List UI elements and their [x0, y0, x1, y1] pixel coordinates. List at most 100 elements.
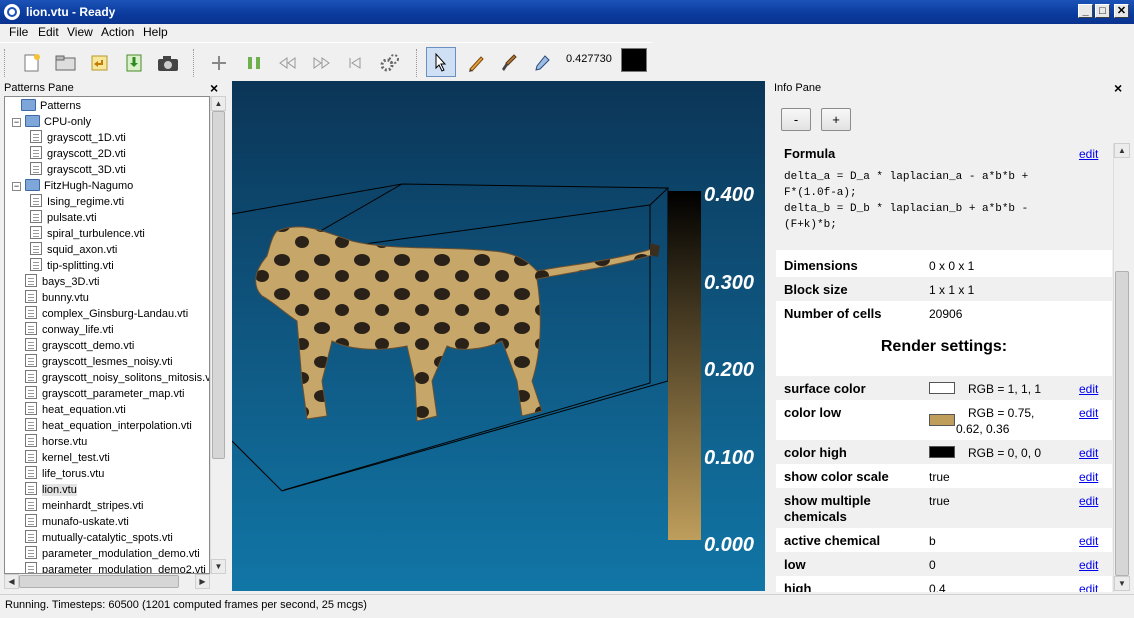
file-icon: [25, 306, 37, 319]
tree-file[interactable]: pulsate.vti: [30, 210, 97, 226]
collapse-icon[interactable]: −: [12, 118, 21, 127]
info-vertical-scrollbar[interactable]: ▲ ▼: [1113, 143, 1130, 592]
tree-file[interactable]: grayscott_noisy_solitons_mitosis.vti: [25, 370, 209, 386]
tree-file[interactable]: parameter_modulation_demo2.vti: [25, 562, 206, 573]
file-icon: [25, 370, 37, 383]
tree-file[interactable]: grayscott_demo.vti: [25, 338, 134, 354]
scroll-down-icon[interactable]: ▼: [211, 559, 226, 574]
color-low-edit-link[interactable]: edit: [1079, 406, 1098, 420]
file-icon: [25, 562, 37, 573]
tree-file[interactable]: mutually-catalytic_spots.vti: [25, 530, 173, 546]
tree-file[interactable]: kernel_test.vti: [25, 450, 110, 466]
color-high-swatch: [929, 446, 955, 458]
tree-file[interactable]: tip-splitting.vti: [30, 258, 114, 274]
low-edit-link[interactable]: edit: [1079, 558, 1098, 572]
save-icon[interactable]: [120, 50, 148, 76]
tree-file[interactable]: munafo-uskate.vti: [25, 514, 129, 530]
scroll-up-icon[interactable]: ▲: [211, 96, 226, 111]
file-icon: [25, 498, 37, 511]
text-larger-button[interactable]: +: [821, 108, 851, 131]
tree-root[interactable]: Patterns: [21, 98, 81, 114]
text-smaller-button[interactable]: -: [781, 108, 811, 131]
tree-file[interactable]: bays_3D.vti: [25, 274, 99, 290]
pointer-icon[interactable]: [426, 47, 456, 77]
tree-file[interactable]: meinhardt_stripes.vti: [25, 498, 144, 514]
scroll-down-icon[interactable]: ▼: [1114, 576, 1130, 591]
color-scale-label: 0.200: [704, 359, 754, 381]
high-edit-link[interactable]: edit: [1079, 582, 1098, 592]
screenshot-camera-icon[interactable]: [154, 50, 182, 76]
tree-file[interactable]: grayscott_lesmes_noisy.vti: [25, 354, 173, 370]
eyedropper-icon[interactable]: [528, 50, 556, 76]
tree-file[interactable]: life_torus.vtu: [25, 466, 104, 482]
tree-file[interactable]: grayscott_3D.vti: [30, 162, 126, 178]
formula-edit-link[interactable]: edit: [1079, 147, 1098, 161]
minimize-button[interactable]: _: [1078, 4, 1093, 18]
render-viewport[interactable]: 0.400 0.300 0.200 0.100 0.000: [232, 81, 765, 591]
close-button[interactable]: ✕: [1114, 4, 1129, 18]
new-file-icon[interactable]: [18, 50, 46, 76]
brush-icon[interactable]: [495, 50, 523, 76]
show-color-scale-edit-link[interactable]: edit: [1079, 470, 1098, 484]
gears-icon[interactable]: [376, 50, 404, 76]
active-chemical-edit-link[interactable]: edit: [1079, 534, 1098, 548]
reset-icon[interactable]: [341, 50, 369, 76]
info-pane-close-icon[interactable]: ×: [1114, 81, 1122, 95]
folder-icon: [21, 99, 36, 111]
collapse-icon[interactable]: −: [12, 182, 21, 191]
maximize-button[interactable]: □: [1095, 4, 1110, 18]
tree-file[interactable]: grayscott_2D.vti: [30, 146, 126, 162]
render-scene[interactable]: 0.400 0.300 0.200 0.100 0.000: [232, 81, 765, 591]
patterns-pane-close-icon[interactable]: ×: [210, 81, 218, 95]
scroll-right-icon[interactable]: ▶: [195, 574, 210, 589]
tree-file[interactable]: grayscott_parameter_map.vti: [25, 386, 184, 402]
scroll-up-icon[interactable]: ▲: [1114, 143, 1130, 158]
tree-file[interactable]: squid_axon.vti: [30, 242, 117, 258]
scroll-thumb[interactable]: [1115, 271, 1129, 576]
pencil-icon[interactable]: [462, 50, 490, 76]
tree-file[interactable]: parameter_modulation_demo.vti: [25, 546, 200, 562]
status-bar: Running. Timesteps: 60500 (1201 computed…: [0, 594, 1134, 618]
tree-file[interactable]: conway_life.vti: [25, 322, 114, 338]
tree-horizontal-scrollbar[interactable]: ◀ ▶: [4, 574, 210, 589]
tree-file[interactable]: complex_Ginsburg-Landau.vti: [25, 306, 188, 322]
render-settings-heading: Render settings:: [880, 338, 1008, 355]
tree-folder[interactable]: CPU-only: [25, 114, 91, 130]
folder-icon: [25, 115, 40, 127]
menu-edit[interactable]: Edit: [35, 25, 62, 39]
tree-file[interactable]: Ising_regime.vti: [30, 194, 124, 210]
faster-icon[interactable]: [307, 50, 335, 76]
tree-file[interactable]: heat_equation.vti: [25, 402, 126, 418]
tree-file[interactable]: bunny.vtu: [25, 290, 89, 306]
tree-file-selected[interactable]: lion.vtu: [25, 482, 77, 498]
scroll-left-icon[interactable]: ◀: [4, 574, 19, 589]
pause-icon[interactable]: [240, 50, 268, 76]
tree-file[interactable]: heat_equation_interpolation.vti: [25, 418, 192, 434]
patterns-pane-title: Patterns Pane: [4, 82, 74, 94]
menu-file[interactable]: File: [6, 25, 31, 39]
open-folder-icon[interactable]: [52, 50, 80, 76]
show-multiple-chemicals-edit-link[interactable]: edit: [1079, 494, 1098, 508]
formula-line: (F+k)*b;: [784, 219, 837, 231]
toolbar-grip: [4, 49, 9, 77]
menu-help[interactable]: Help: [140, 25, 171, 39]
tree-file[interactable]: grayscott_1D.vti: [30, 130, 126, 146]
menu-view[interactable]: View: [64, 25, 96, 39]
add-icon[interactable]: [205, 50, 233, 76]
file-icon: [30, 226, 42, 239]
scroll-thumb[interactable]: [19, 575, 179, 588]
tree-file[interactable]: spiral_turbulence.vti: [30, 226, 145, 242]
tree-folder[interactable]: FitzHugh-Nagumo: [25, 178, 133, 194]
menu-action[interactable]: Action: [98, 25, 137, 39]
current-color-swatch[interactable]: [621, 48, 647, 72]
info-row-block-size: Block size 1 x 1 x 1: [776, 277, 1112, 301]
scroll-thumb[interactable]: [212, 111, 225, 459]
reload-icon[interactable]: [86, 50, 114, 76]
file-icon: [30, 242, 42, 255]
tree-vertical-scrollbar[interactable]: ▲ ▼: [210, 96, 226, 574]
surface-color-edit-link[interactable]: edit: [1079, 382, 1098, 396]
tree-file[interactable]: horse.vtu: [25, 434, 87, 450]
timestep-value: 0.427730: [566, 53, 612, 65]
color-high-edit-link[interactable]: edit: [1079, 446, 1098, 460]
slower-icon[interactable]: [274, 50, 302, 76]
